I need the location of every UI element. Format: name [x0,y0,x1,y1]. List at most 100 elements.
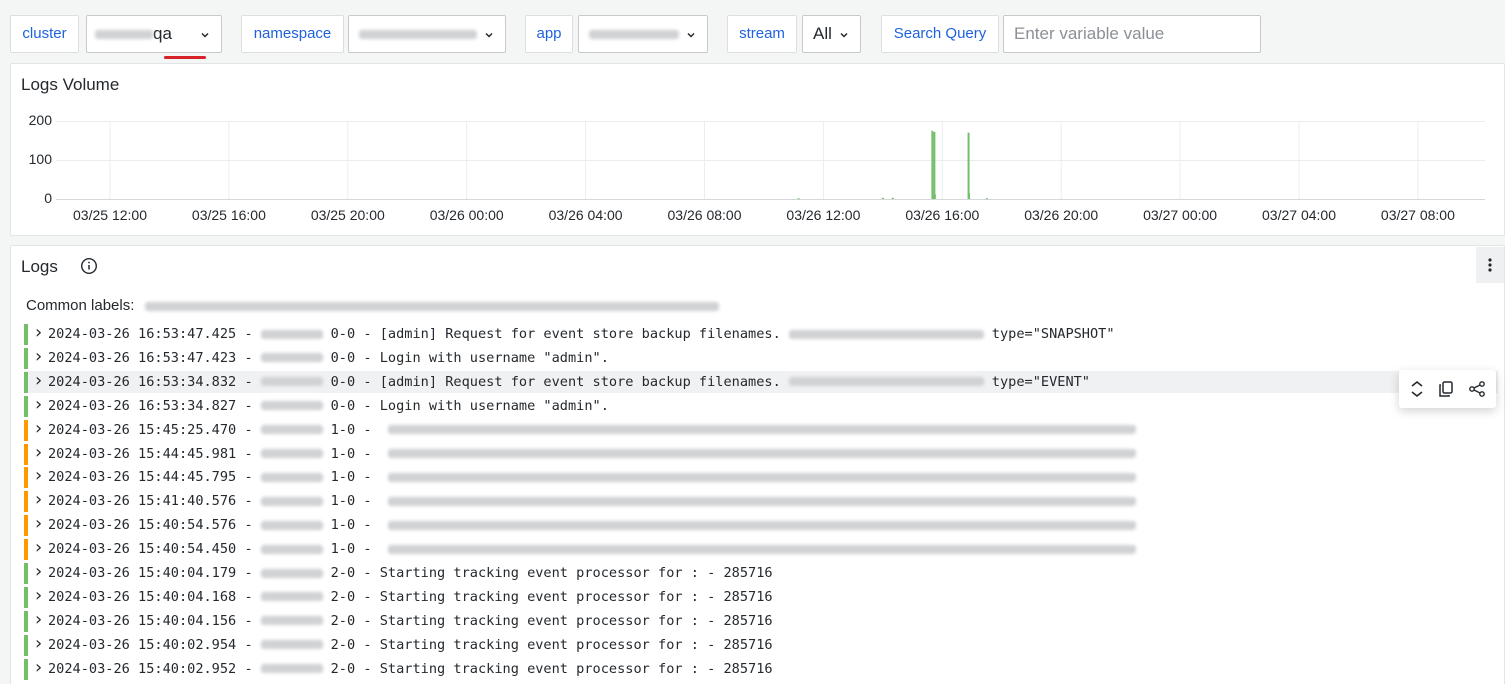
redacted-text [144,301,719,311]
redacted-text [788,377,984,387]
log-row[interactable]: › 2024-03-26 15:40:54.450 -1-0 - [24,538,1498,561]
log-level-indicator [24,634,28,656]
log-row[interactable]: › 2024-03-26 15:45:25.470 -1-0 - [24,418,1498,441]
x-tick-label: 03/26 04:00 [548,207,623,223]
redacted-text [387,449,1136,458]
x-tick-label: 03/25 20:00 [310,207,385,223]
log-separator: - [363,612,372,629]
log-separator: - [363,541,372,558]
log-level-indicator [24,610,28,632]
chevron-right-icon[interactable]: › [33,466,45,486]
log-line: 2024-03-26 15:45:25.470 -1-0 - [48,419,1144,441]
log-row[interactable]: › 2024-03-26 15:44:45.981 -1-0 - [24,442,1498,465]
chevron-right-icon[interactable]: › [33,633,45,654]
log-line: 2024-03-26 16:53:47.423 -0-0 - Login wit… [48,347,609,369]
log-line: 2024-03-26 15:40:02.954 -2-0 - Starting … [48,634,773,656]
panel-menu-button[interactable] [1476,247,1504,283]
log-shard: 2-0 [330,565,356,581]
log-separator: - [363,588,372,605]
unfold-vertical-icon[interactable] [1408,380,1426,398]
log-timestamp: 2024-03-26 16:53:47.423 [48,349,237,366]
redacted-text [260,592,323,602]
log-level-indicator [24,658,28,680]
log-separator: - [244,445,253,462]
log-timestamp: 2024-03-26 15:44:45.981 [48,445,237,462]
log-row[interactable]: › 2024-03-26 16:53:34.832 -0-0 - [admin] … [24,370,1498,393]
chevron-right-icon[interactable]: › [33,346,45,367]
log-separator: - [244,469,253,486]
common-labels: Common labels: [26,297,719,314]
log-line: 2024-03-26 16:53:34.832 -0-0 - [admin] R… [48,371,1090,393]
log-row[interactable]: › 2024-03-26 16:53:34.827 -0-0 - Login wi… [24,394,1498,417]
log-type: type="EVENT" [991,373,1090,390]
log-row[interactable]: › 2024-03-26 15:44:45.795 -1-0 - [24,466,1498,489]
copy-icon[interactable] [1437,380,1455,398]
log-separator: - [244,588,253,605]
log-line: 2024-03-26 15:40:04.168 -2-0 - Starting … [48,586,773,608]
redacted-text [260,640,323,650]
x-tick-label: 03/27 08:00 [1380,207,1455,223]
log-row[interactable]: › 2024-03-26 15:40:02.954 -2-0 - Starting… [24,633,1498,656]
log-level-indicator [24,467,28,489]
volume-bar [891,197,894,199]
log-separator: - [244,421,253,438]
log-line: 2024-03-26 15:40:54.450 -1-0 - [48,538,1144,560]
redacted-text [260,425,323,435]
log-row[interactable]: › 2024-03-26 15:40:04.179 -2-0 - Starting… [24,562,1498,584]
log-row[interactable]: › 2024-03-26 15:40:04.168 -2-0 - Starting… [24,585,1498,608]
chevron-right-icon[interactable]: › [33,418,45,439]
log-message: Starting tracking event processor for : … [379,660,773,677]
chevron-right-icon[interactable]: › [33,514,45,534]
log-message: Starting tracking event processor for : … [379,588,773,605]
chevron-right-icon[interactable]: › [33,657,45,678]
chevron-right-icon[interactable]: › [33,394,45,415]
log-line: 2024-03-26 16:53:34.827 -0-0 - Login wit… [48,395,609,417]
chevron-right-icon[interactable]: › [33,562,45,582]
redacted-text [260,496,323,506]
log-message: Starting tracking event processor for : … [379,565,773,581]
log-row[interactable]: › 2024-03-26 15:40:02.952 -2-0 - Starting… [24,657,1498,680]
x-tick-label: 03/27 04:00 [1262,207,1336,223]
log-line: 2024-03-26 15:40:54.576 -1-0 - [48,514,1144,536]
chevron-right-icon[interactable]: › [33,585,45,606]
log-line: 2024-03-26 15:40:02.952 -2-0 - Starting … [48,658,773,680]
redacted-text [260,616,323,626]
info-circle-icon[interactable] [80,257,98,275]
chevron-right-icon[interactable]: › [33,538,45,558]
log-shard: 0-0 [330,397,356,414]
log-separator: - [363,493,372,510]
log-separator: - [363,373,372,390]
log-shard: 0-0 [330,373,356,390]
chevron-right-icon[interactable]: › [33,323,45,343]
share-icon[interactable] [1468,380,1486,398]
log-separator: - [244,565,253,581]
log-shard: 1-0 [330,541,356,558]
log-row[interactable]: › 2024-03-26 15:40:04.156 -2-0 - Starting… [24,609,1498,632]
log-level-indicator [24,395,28,417]
log-separator: - [363,469,372,486]
redacted-text [260,568,323,578]
log-level-indicator [24,563,28,584]
redacted-text [260,449,323,458]
common-labels-label: Common labels: [26,297,135,314]
log-row[interactable]: › 2024-03-26 15:41:40.576 -1-0 - [24,490,1498,513]
redacted-text [260,544,323,554]
log-row[interactable]: › 2024-03-26 16:53:47.423 -0-0 - Login wi… [24,346,1498,369]
log-shard: 1-0 [330,493,356,510]
redacted-text [387,544,1136,554]
chevron-right-icon[interactable]: › [33,370,45,391]
redacted-text [260,664,323,674]
log-separator: - [244,326,253,342]
log-row[interactable]: › 2024-03-26 15:40:54.576 -1-0 - [24,514,1498,537]
log-timestamp: 2024-03-26 15:40:02.954 [48,636,237,653]
log-timestamp: 2024-03-26 15:40:04.156 [48,612,237,629]
log-shard: 1-0 [330,517,356,534]
chevron-right-icon[interactable]: › [33,442,45,463]
log-row[interactable]: › 2024-03-26 16:53:47.425 -0-0 - [admin] … [24,323,1498,345]
x-tick-label: 03/26 12:00 [786,207,861,223]
chevron-right-icon[interactable]: › [33,609,45,630]
log-message: [admin] Request for event store backup f… [379,373,781,390]
chevron-right-icon[interactable]: › [33,490,45,510]
log-timestamp: 2024-03-26 15:40:04.168 [48,588,237,605]
log-shard: 2-0 [330,636,356,653]
